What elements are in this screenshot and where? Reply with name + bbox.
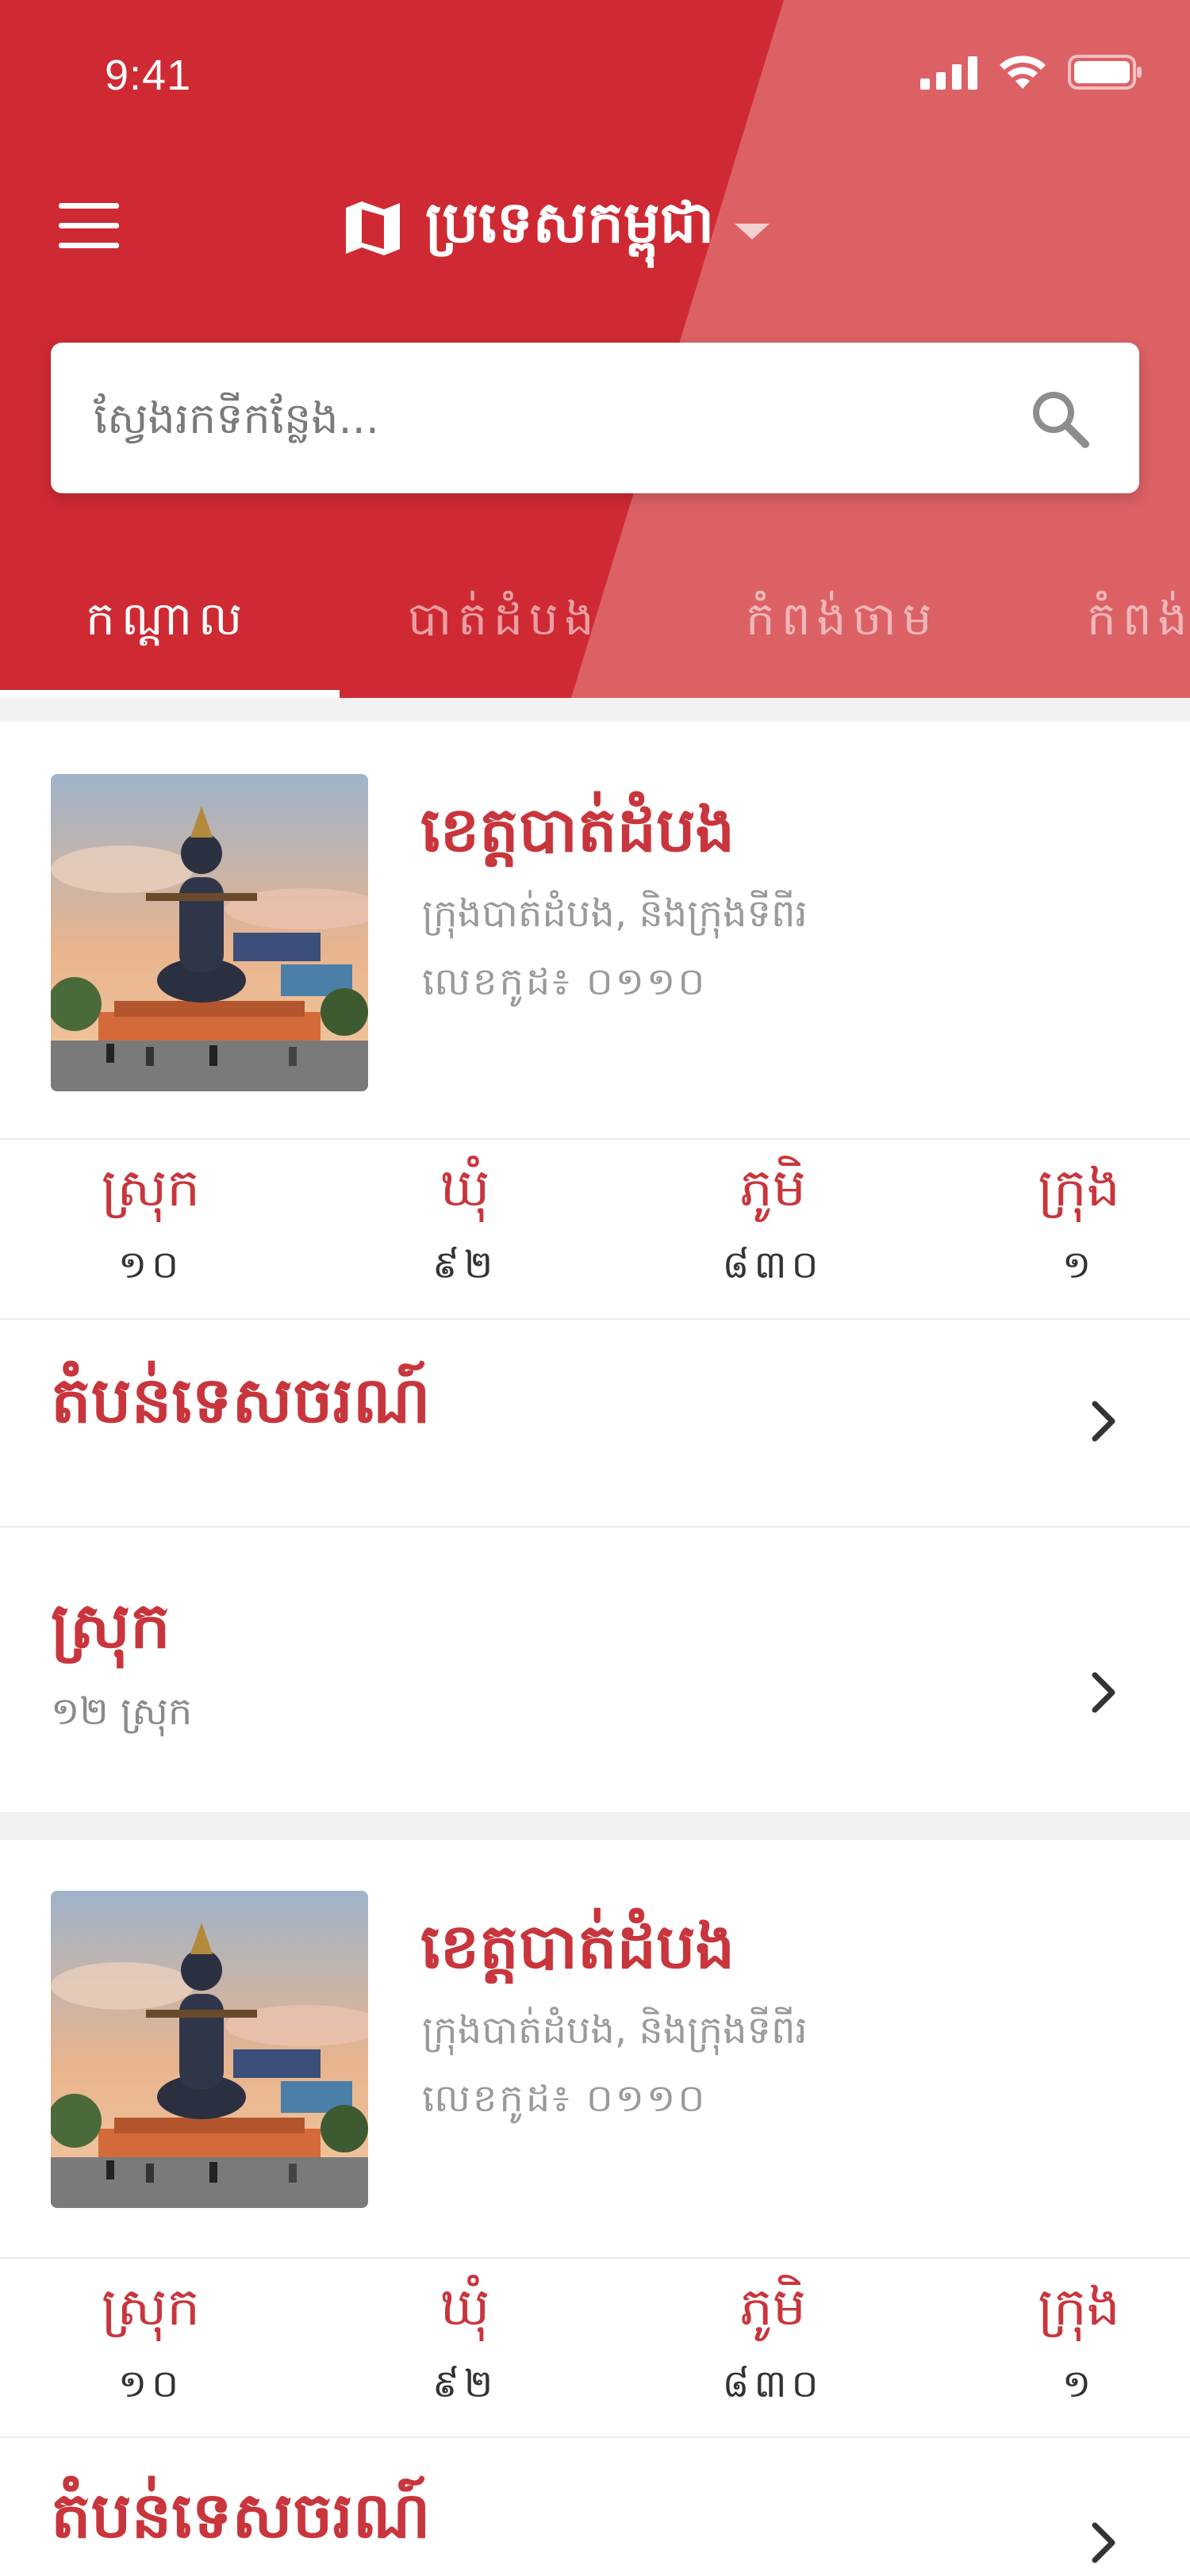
stat-value: ៩២ xyxy=(432,1243,498,1287)
stat-village: ភូមិ ៨៣០ xyxy=(654,1140,892,1318)
tab-label: កំពង់ xyxy=(1087,592,1190,646)
district-row[interactable]: ស្រុក ១២ ស្រុក xyxy=(0,1528,1190,1758)
stat-label: ស្រុក xyxy=(101,2276,201,2337)
tab-kandal[interactable]: កណ្ដាល xyxy=(86,571,340,698)
tab-label: កណ្ដាល xyxy=(86,592,249,646)
tab-battambang[interactable]: បាត់ដំបង xyxy=(408,571,662,698)
search-icon[interactable] xyxy=(1028,387,1092,450)
province-subtitle: ក្រុងបាត់ដំបង, និងក្រុងទីពីរ xyxy=(422,891,808,936)
chevron-right-icon xyxy=(1092,1401,1115,1442)
stat-commune: ឃុំ ៩២ xyxy=(346,1140,584,1318)
search-box xyxy=(51,343,1139,493)
stat-label: ភូមិ xyxy=(739,1157,806,1218)
cellular-signal-icon xyxy=(920,56,977,90)
app-header: 9:41 ប្រទេសកម្ពុជា ស្វែងរកទីកន្លែង... កណ… xyxy=(0,0,1190,698)
province-card: ខេត្តបាត់ដំបង ក្រុងបាត់ដំបង, និងក្រុងទីព… xyxy=(0,722,1190,1812)
province-summary[interactable]: ខេត្តបាត់ដំបង ក្រុងបាត់ដំបង, និងក្រុងទីព… xyxy=(0,1840,1190,2256)
page-title: ប្រទេសកម្ពុជា xyxy=(425,187,715,255)
tab-kampong-cham[interactable]: កំពង់ចាម xyxy=(746,571,1015,698)
chevron-down-icon xyxy=(735,224,770,240)
province-code: លេខកូដ៖ ០១១០ xyxy=(422,960,708,1004)
hamburger-menu-icon xyxy=(59,203,119,209)
province-stats: ស្រុក ១០ ឃុំ ៩២ ភូមិ ៨៣០ ក្រុង ១ xyxy=(0,1140,1190,1318)
row-title: ស្រុក xyxy=(51,1588,171,1662)
stat-label: ឃុំ xyxy=(440,1157,490,1218)
stat-label: ឃុំ xyxy=(440,2276,490,2337)
stat-district: ស្រុក ១០ xyxy=(32,2259,270,2437)
wifi-icon xyxy=(1000,56,1046,89)
province-card: ខេត្តបាត់ដំបង ក្រុងបាត់ដំបង, និងក្រុងទីព… xyxy=(0,1840,1190,2576)
row-title: តំបន់ទេសចរណ៍ xyxy=(51,2478,431,2552)
stat-value: ១០ xyxy=(117,2362,184,2406)
province-code: លេខកូដ៖ ០១១០ xyxy=(422,2076,708,2121)
chevron-right-icon xyxy=(1092,1672,1115,1713)
search-input[interactable] xyxy=(94,343,982,493)
tourist-area-row[interactable]: តំបន់ទេសចរណ៍ xyxy=(0,1320,1190,1526)
stat-city: ក្រុង ១ xyxy=(960,2259,1190,2437)
stat-value: ១០ xyxy=(117,1243,184,1287)
status-icons xyxy=(920,52,1142,92)
map-icon xyxy=(346,201,400,255)
stat-label: ភូមិ xyxy=(739,2276,806,2337)
province-name: ខេត្តបាត់ដំបង xyxy=(420,1911,735,1983)
status-time: 9:41 xyxy=(105,52,192,99)
hamburger-menu-button[interactable] xyxy=(59,203,119,249)
province-subtitle: ក្រុងបាត់ដំបង, និងក្រុងទីពីរ xyxy=(422,2008,808,2053)
province-stats: ស្រុក ១០ ឃុំ ៩២ ភូមិ ៨៣០ ក្រុង ១ xyxy=(0,2259,1190,2437)
battery-icon xyxy=(1068,55,1142,90)
country-selector[interactable]: ប្រទេសកម្ពុជា xyxy=(341,181,770,276)
stat-village: ភូមិ ៨៣០ xyxy=(654,2259,892,2437)
province-summary[interactable]: ខេត្តបាត់ដំបង ក្រុងបាត់ដំបង, និងក្រុងទីព… xyxy=(0,722,1190,1138)
stat-label: ក្រុង xyxy=(1038,2276,1120,2337)
tab-label: បាត់ដំបង xyxy=(408,592,601,646)
stat-label: ក្រុង xyxy=(1038,1157,1120,1218)
stat-city: ក្រុង ១ xyxy=(960,1140,1190,1318)
province-photo xyxy=(51,774,368,1091)
stat-value: ១ xyxy=(1061,2362,1096,2406)
chevron-right-icon xyxy=(1092,2522,1115,2563)
stat-label: ស្រុក xyxy=(101,1157,201,1218)
row-title: តំបន់ទេសចរណ៍ xyxy=(51,1363,431,1437)
active-tab-indicator xyxy=(0,690,340,698)
tab-kampong[interactable]: កំពង់ xyxy=(1087,571,1190,698)
stat-value: ៨៣០ xyxy=(722,2362,823,2406)
province-tabs: កណ្ដាល បាត់ដំបង កំពង់ចាម កំពង់ xyxy=(0,571,1190,698)
province-photo xyxy=(51,1891,368,2208)
tourist-area-row[interactable]: តំបន់ទេសចរណ៍ xyxy=(0,2438,1190,2576)
status-bar: 9:41 xyxy=(0,0,1190,151)
tab-label: កំពង់ចាម xyxy=(746,592,939,646)
stat-value: ៩២ xyxy=(432,2362,498,2406)
stat-district: ស្រុក ១០ xyxy=(32,1140,270,1318)
stat-value: ៨៣០ xyxy=(722,1243,823,1287)
province-name: ខេត្តបាត់ដំបង xyxy=(420,794,735,866)
row-subtitle: ១២ ស្រុក xyxy=(51,1689,193,1734)
stat-commune: ឃុំ ៩២ xyxy=(346,2259,584,2437)
stat-value: ១ xyxy=(1061,1243,1096,1287)
